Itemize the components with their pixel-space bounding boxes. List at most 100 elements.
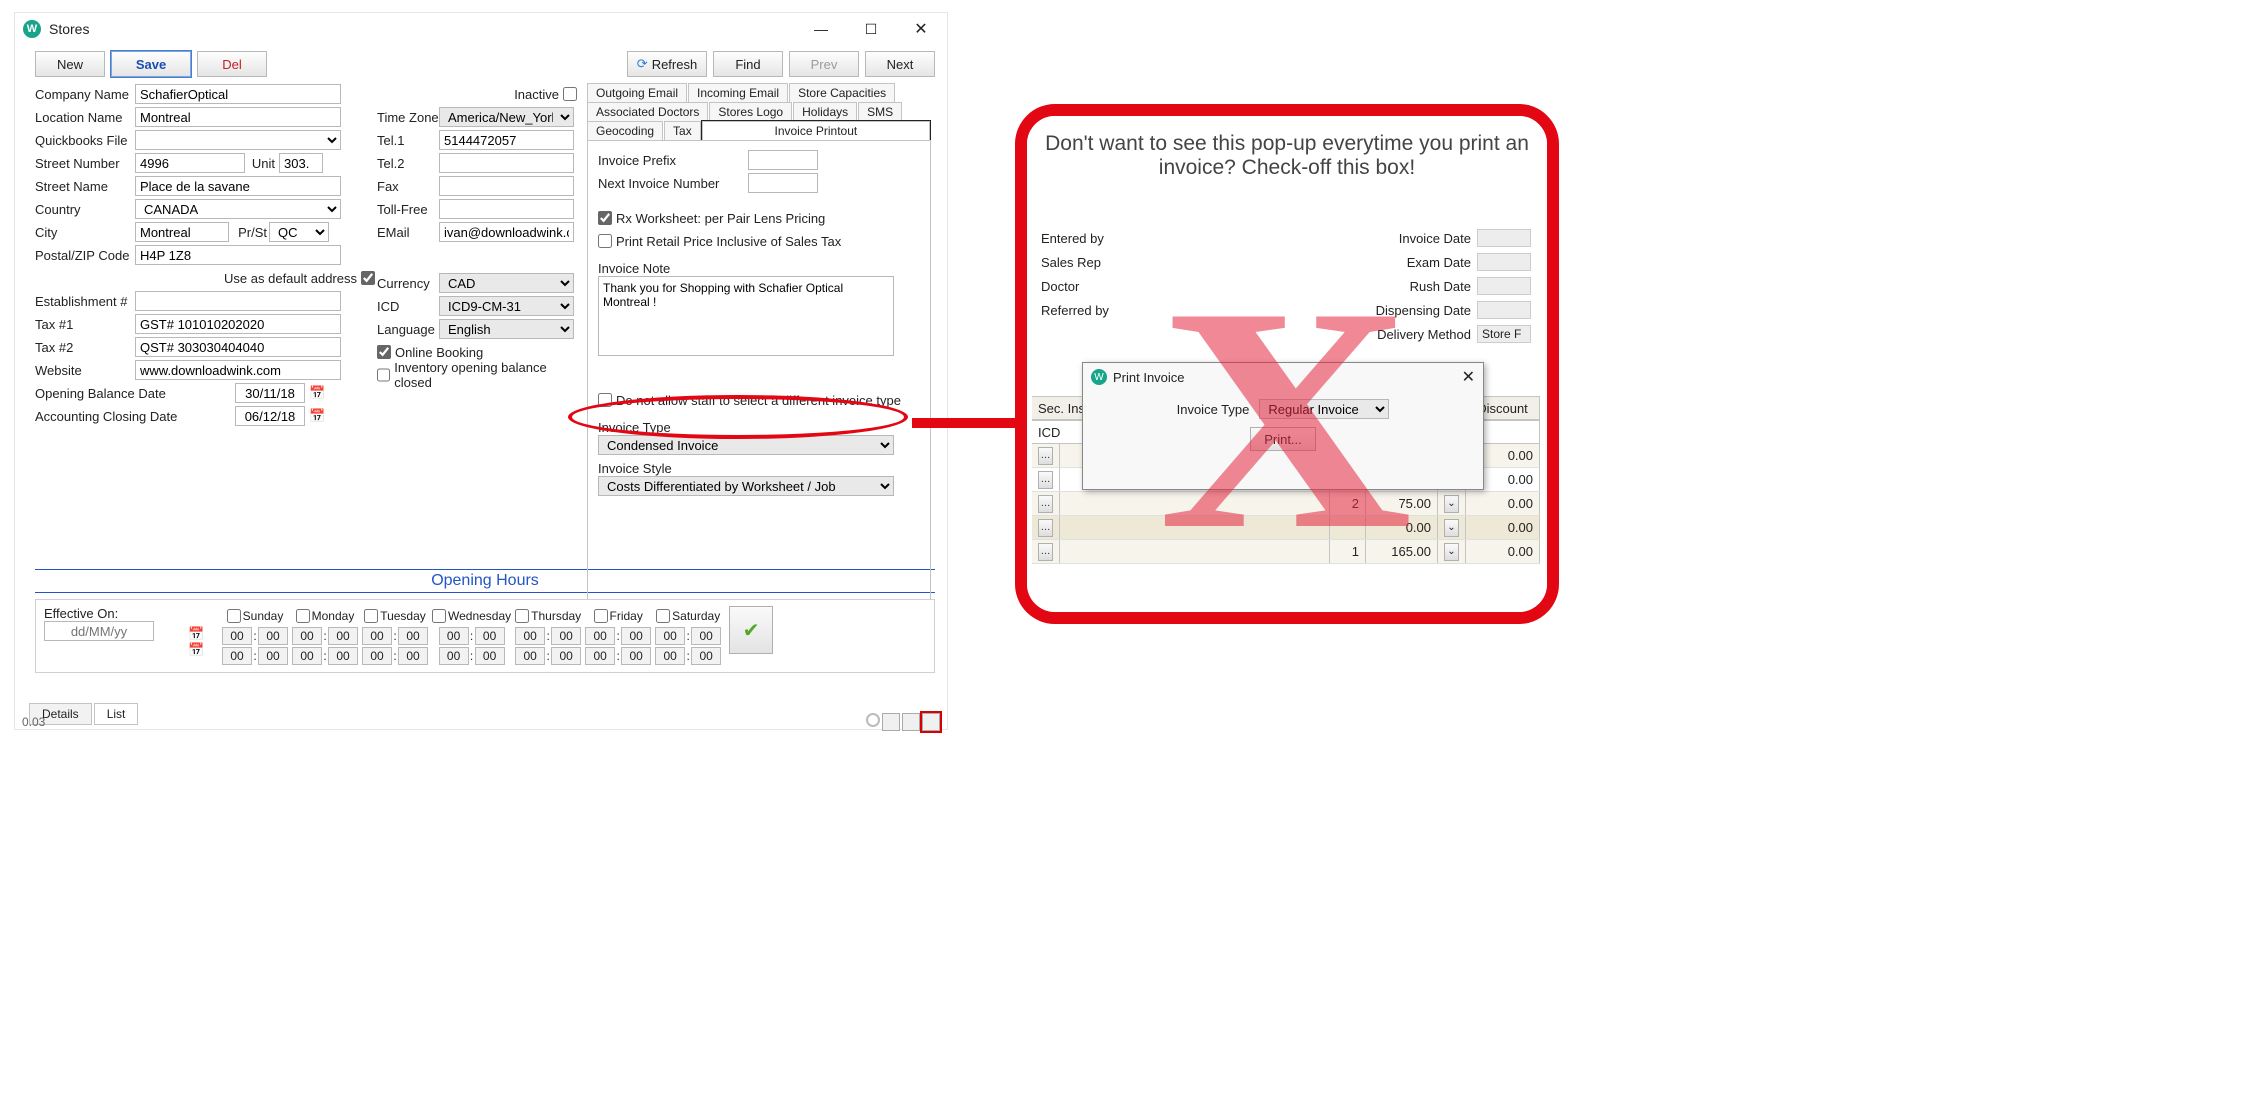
postal-input[interactable]	[135, 245, 341, 265]
effective-on-input[interactable]	[44, 621, 154, 641]
callout-arrow	[912, 418, 1032, 428]
table-row: … 1 165.00 ⌄ 0.00	[1032, 540, 1540, 564]
status-bar: 0.03	[14, 710, 948, 734]
invoice-note-textarea[interactable]: Thank you for Shopping with Schafier Opt…	[598, 276, 894, 356]
popup-print-button[interactable]: Print...	[1250, 427, 1316, 451]
tab-outgoing-email[interactable]: Outgoing Email	[587, 83, 687, 102]
tollfree-input[interactable]	[439, 199, 574, 219]
website-input[interactable]	[135, 360, 341, 380]
tab-holidays[interactable]: Holidays	[793, 102, 857, 121]
invoice-prefix-input[interactable]	[748, 150, 818, 170]
street-number-label: Street Number	[35, 156, 135, 171]
dispensing-date-field[interactable]	[1477, 301, 1531, 319]
col-icd: ICD	[1032, 421, 1084, 443]
invoice-date-field[interactable]	[1477, 229, 1531, 247]
tel1-input[interactable]	[439, 130, 574, 150]
tab-associated-doctors[interactable]: Associated Doctors	[587, 102, 708, 121]
tel2-input[interactable]	[439, 153, 574, 173]
day-checkbox[interactable]	[364, 609, 378, 623]
city-input[interactable]	[135, 222, 229, 242]
calendar-icon[interactable]: 📅	[309, 385, 325, 401]
next-button[interactable]: Next	[865, 51, 935, 77]
opening-balance-input[interactable]	[235, 383, 305, 403]
store-tabs: Outgoing Email Incoming Email Store Capa…	[587, 83, 931, 630]
dropdown-icon[interactable]: ⌄	[1444, 495, 1459, 513]
popup-close-button[interactable]: ✕	[1462, 367, 1475, 387]
tab-invoice-printout[interactable]: Invoice Printout	[702, 121, 930, 140]
street-number-input[interactable]	[135, 153, 245, 173]
row-menu-button[interactable]: …	[1038, 471, 1053, 489]
dropdown-icon[interactable]: ⌄	[1444, 543, 1459, 561]
maximize-button[interactable]: ☐	[853, 15, 889, 43]
tax2-label: Tax #2	[35, 340, 135, 355]
entered-by-label: Entered by	[1041, 231, 1131, 246]
status-icon-2[interactable]	[902, 713, 920, 731]
row-menu-button[interactable]: …	[1038, 447, 1053, 465]
street-name-input[interactable]	[135, 176, 341, 196]
tab-store-capacities[interactable]: Store Capacities	[789, 83, 895, 102]
company-name-input[interactable]	[135, 84, 341, 104]
email-input[interactable]	[439, 222, 574, 242]
dropdown-icon[interactable]: ⌄	[1444, 519, 1459, 537]
fax-label: Fax	[377, 179, 439, 194]
default-address-checkbox[interactable]	[361, 271, 375, 285]
fax-input[interactable]	[439, 176, 574, 196]
calendar-icon[interactable]: 📅	[309, 408, 325, 424]
find-button[interactable]: Find	[713, 51, 783, 77]
confirm-hours-button[interactable]: ✔	[729, 606, 773, 654]
currency-select[interactable]: CAD	[439, 273, 574, 293]
day-checkbox[interactable]	[656, 609, 670, 623]
language-select[interactable]: English	[439, 319, 574, 339]
online-booking-checkbox[interactable]	[377, 345, 391, 359]
day-checkbox[interactable]	[296, 609, 310, 623]
establishment-input[interactable]	[135, 291, 341, 311]
tab-geocoding[interactable]: Geocoding	[587, 121, 663, 140]
row-menu-button[interactable]: …	[1038, 495, 1053, 513]
location-name-input[interactable]	[135, 107, 341, 127]
closing-date-input[interactable]	[235, 406, 305, 426]
inactive-checkbox[interactable]	[563, 87, 577, 101]
retail-price-checkbox[interactable]	[598, 234, 612, 248]
calendar-icon[interactable]: 📅	[188, 642, 204, 657]
tab-stores-logo[interactable]: Stores Logo	[709, 102, 792, 121]
rx-worksheet-checkbox[interactable]	[598, 211, 612, 225]
unit-input[interactable]	[279, 153, 323, 173]
doctor-label: Doctor	[1041, 279, 1131, 294]
day-checkbox[interactable]	[227, 609, 241, 623]
tax2-input[interactable]	[135, 337, 341, 357]
row-menu-button[interactable]: …	[1038, 519, 1053, 537]
minimize-button[interactable]: —	[803, 15, 839, 43]
status-icon-3[interactable]	[922, 713, 940, 731]
row-menu-button[interactable]: …	[1038, 543, 1053, 561]
prst-select[interactable]: QC	[269, 222, 329, 242]
day-checkbox[interactable]	[594, 609, 608, 623]
calendar-icon[interactable]: 📅	[188, 626, 204, 641]
refresh-button[interactable]: ⟳Refresh	[627, 51, 707, 77]
popup-invoice-type-select[interactable]: Regular Invoice	[1259, 399, 1389, 419]
delivery-method-value[interactable]: Store F	[1477, 325, 1531, 343]
icd-select[interactable]: ICD9-CM-31	[439, 296, 574, 316]
tab-sms[interactable]: SMS	[858, 102, 902, 121]
tax1-input[interactable]	[135, 314, 341, 334]
exam-date-field[interactable]	[1477, 253, 1531, 271]
day-checkbox[interactable]	[432, 609, 446, 623]
app-icon: W	[1091, 369, 1107, 385]
quickbooks-label: Quickbooks File	[35, 133, 135, 148]
status-icon-1[interactable]	[882, 713, 900, 731]
del-button[interactable]: Del	[197, 51, 267, 77]
new-button[interactable]: New	[35, 51, 105, 77]
next-invoice-input[interactable]	[748, 173, 818, 193]
quickbooks-select[interactable]	[135, 130, 341, 150]
day-checkbox[interactable]	[515, 609, 529, 623]
country-select[interactable]: CANADA	[135, 199, 341, 219]
invoice-style-select[interactable]: Costs Differentiated by Worksheet / Job	[598, 476, 894, 496]
close-button[interactable]: ✕	[903, 15, 939, 43]
inventory-checkbox[interactable]	[377, 368, 390, 382]
rush-date-field[interactable]	[1477, 277, 1531, 295]
timezone-select[interactable]: America/New_York	[439, 107, 574, 127]
tab-tax[interactable]: Tax	[664, 121, 701, 140]
save-button[interactable]: Save	[111, 51, 191, 77]
online-booking-label: Online Booking	[395, 345, 483, 360]
tab-incoming-email[interactable]: Incoming Email	[688, 83, 788, 102]
prev-button[interactable]: Prev	[789, 51, 859, 77]
